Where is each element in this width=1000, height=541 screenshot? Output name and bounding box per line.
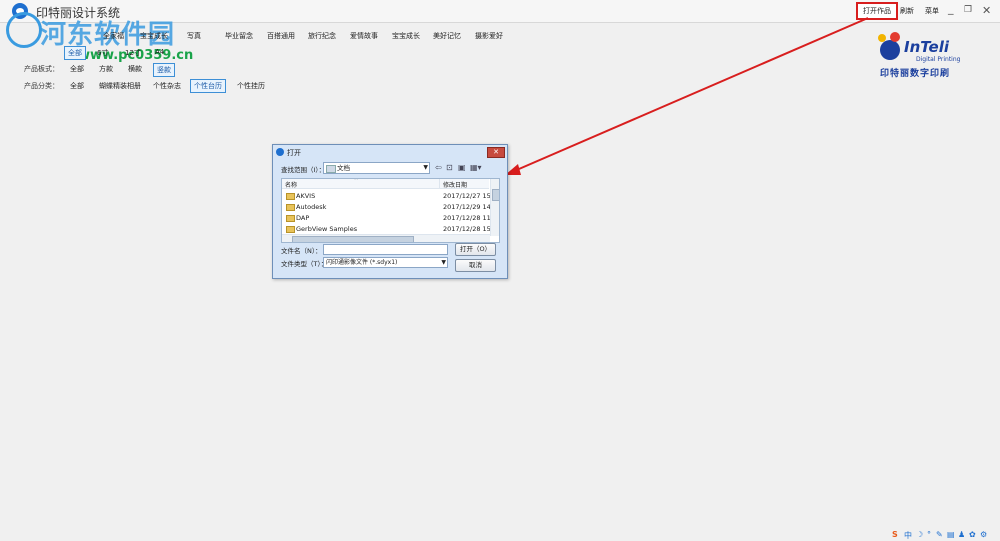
documents-folder-icon bbox=[326, 165, 336, 173]
type-label: 产品分类： bbox=[24, 82, 59, 90]
watermark-logo-icon bbox=[6, 12, 42, 48]
file-name: GerbView Samples bbox=[296, 225, 358, 233]
dialog-close-button[interactable]: ✕ bbox=[487, 147, 505, 158]
file-row[interactable]: AKVIS 2017/12/27 15:1 bbox=[282, 190, 497, 201]
theme-option-6[interactable]: 6寸 bbox=[94, 47, 111, 59]
brand-name: InTeli bbox=[904, 38, 950, 56]
folder-icon bbox=[286, 215, 295, 222]
type-option[interactable]: 蝴蝶精装相册 bbox=[96, 80, 144, 92]
keyboard-icon[interactable]: ▤ bbox=[947, 530, 955, 539]
look-in-dropdown[interactable]: 文档 ▼ bbox=[323, 162, 430, 174]
file-row[interactable]: DAP 2017/12/28 11:0 bbox=[282, 212, 497, 223]
filename-label: 文件名（N）： bbox=[281, 247, 322, 255]
type-option[interactable]: 个性挂历 bbox=[234, 80, 268, 92]
user-icon[interactable]: ♟ bbox=[958, 530, 965, 539]
brand-mark-icon bbox=[880, 40, 900, 60]
moon-icon[interactable]: ☽ bbox=[916, 530, 923, 539]
category-top-option[interactable]: 全家福 bbox=[100, 30, 127, 42]
cancel-button[interactable]: 取消 bbox=[455, 259, 496, 272]
style-option[interactable]: 全部 bbox=[67, 63, 87, 75]
file-name: Autodesk bbox=[296, 203, 327, 211]
chevron-down-icon: ▼ bbox=[423, 164, 428, 171]
file-row[interactable]: Autodesk 2017/12/29 14:5 bbox=[282, 201, 497, 212]
sort-ascending-icon: ^ bbox=[354, 178, 359, 184]
type-option[interactable]: 全部 bbox=[67, 80, 87, 92]
file-list[interactable]: 名称 ^ 修改日期 AKVIS 2017/12/27 15:1 Autodesk… bbox=[281, 178, 500, 243]
ime-chinese-icon[interactable]: 中 bbox=[904, 530, 912, 541]
look-in-value: 文档 bbox=[337, 164, 350, 172]
restore-button[interactable]: ❐ bbox=[964, 5, 972, 15]
brand-subtitle: Digital Printing bbox=[916, 56, 961, 63]
open-button[interactable]: 打开（O） bbox=[455, 243, 496, 256]
horizontal-scrollbar[interactable] bbox=[282, 234, 490, 242]
vertical-scroll-thumb[interactable] bbox=[492, 189, 499, 201]
punctuation-icon[interactable]: ° bbox=[927, 530, 931, 539]
category-top-option[interactable]: 摄影爱好 bbox=[472, 30, 506, 42]
style-option-selected[interactable]: 竖款 bbox=[153, 63, 175, 77]
close-button[interactable]: ✕ bbox=[982, 4, 991, 17]
brand-cn-name: 印特丽数字印刷 bbox=[880, 69, 951, 79]
look-in-label: 查找范围（I）： bbox=[281, 166, 326, 174]
category-top-option[interactable]: 宝宝成长 bbox=[389, 30, 423, 42]
refresh-button[interactable]: 刷新 bbox=[900, 6, 914, 16]
new-folder-icon[interactable]: ▣ bbox=[458, 163, 466, 172]
back-icon[interactable]: ⇦ bbox=[435, 163, 442, 172]
open-file-dialog: 打开 ✕ 查找范围（I）： 文档 ▼ ⇦ ⊡ ▣ ▦▾ 名称 ^ 修改日期 AK… bbox=[272, 144, 508, 279]
type-option-selected[interactable]: 个性台历 bbox=[190, 79, 226, 93]
menu-button[interactable]: 菜单 bbox=[925, 6, 939, 16]
theme-option-12[interactable]: 12寸 bbox=[122, 47, 144, 59]
category-top-option[interactable]: 毕业留念 bbox=[222, 30, 256, 42]
folder-icon bbox=[286, 226, 295, 233]
brand-logo: InTeli Digital Printing 印特丽数字印刷 bbox=[876, 28, 976, 82]
filetype-select[interactable]: 闪印通影像文件 (*.sdyx1) ▼ bbox=[323, 257, 448, 268]
category-top-option[interactable]: 旅行纪念 bbox=[305, 30, 339, 42]
chevron-down-icon: ▼ bbox=[441, 259, 446, 266]
category-top-option[interactable]: 写真 bbox=[184, 30, 204, 42]
view-menu-icon[interactable]: ▦▾ bbox=[470, 163, 482, 172]
category-top-option[interactable]: 爱情故事 bbox=[347, 30, 381, 42]
filetype-label: 文件类型（T）： bbox=[281, 260, 328, 268]
brand-dot-icon bbox=[878, 34, 886, 42]
filename-input[interactable] bbox=[323, 244, 448, 255]
brand-dot-icon bbox=[890, 32, 900, 42]
style-option[interactable]: 方款 bbox=[96, 63, 116, 75]
horizontal-scroll-thumb[interactable] bbox=[292, 236, 414, 242]
type-option[interactable]: 个性杂志 bbox=[150, 80, 184, 92]
theme-option-a4[interactable]: A4 bbox=[152, 47, 167, 57]
folder-icon bbox=[286, 204, 295, 211]
vertical-scrollbar[interactable] bbox=[490, 179, 499, 236]
ime-logo-icon[interactable]: S bbox=[892, 530, 898, 539]
category-top-option[interactable]: 百搭通用 bbox=[264, 30, 298, 42]
skin-icon[interactable]: ✿ bbox=[969, 530, 976, 539]
dialog-app-icon bbox=[276, 148, 284, 156]
open-works-button[interactable]: 打开作品 bbox=[856, 2, 898, 20]
theme-option-all[interactable]: 全部 bbox=[64, 46, 86, 60]
category-top-option[interactable]: 美好记忆 bbox=[430, 30, 464, 42]
file-row[interactable]: GerbView Samples 2017/12/28 15:2 bbox=[282, 223, 497, 234]
file-list-header: 名称 ^ 修改日期 bbox=[282, 179, 489, 189]
style-option[interactable]: 横款 bbox=[125, 63, 145, 75]
column-date[interactable]: 修改日期 bbox=[443, 180, 467, 189]
category-top-option[interactable]: 宝宝成长 bbox=[137, 30, 171, 42]
minimize-button[interactable]: _ bbox=[948, 2, 954, 15]
file-name: DAP bbox=[296, 214, 310, 222]
folder-icon bbox=[286, 193, 295, 200]
up-folder-icon[interactable]: ⊡ bbox=[446, 163, 453, 172]
system-tray: S 中 ☽ ° ✎ ▤ ♟ ✿ ⚙ bbox=[890, 528, 1000, 541]
filetype-value: 闪印通影像文件 (*.sdyx1) bbox=[326, 259, 398, 266]
dialog-title: 打开 bbox=[287, 149, 301, 157]
pen-icon[interactable]: ✎ bbox=[936, 530, 943, 539]
column-name[interactable]: 名称 bbox=[285, 180, 297, 189]
file-name: AKVIS bbox=[296, 192, 316, 200]
column-divider[interactable] bbox=[439, 179, 440, 188]
settings-icon[interactable]: ⚙ bbox=[980, 530, 987, 539]
style-label: 产品板式： bbox=[24, 65, 59, 73]
